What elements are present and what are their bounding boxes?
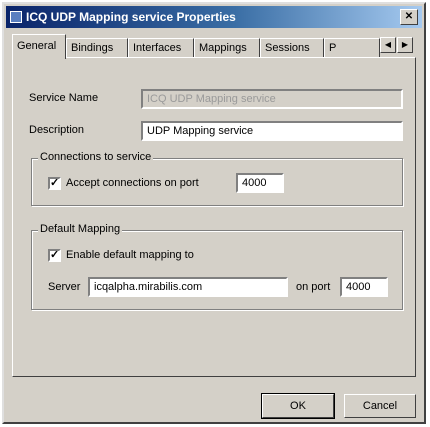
default-mapping-group-title: Default Mapping (38, 223, 123, 235)
enable-default-mapping-label: Enable default mapping to (66, 249, 194, 261)
title-bar[interactable]: ICQ UDP Mapping service Properties ✕ (6, 6, 422, 28)
enable-default-mapping-checkbox[interactable]: ✓ (48, 249, 61, 262)
service-name-field: ICQ UDP Mapping service (141, 89, 403, 109)
description-label: Description (29, 124, 85, 136)
default-mapping-group: Default Mapping ✓ Enable default mapping… (31, 223, 403, 310)
mapping-port-field[interactable]: 4000 (340, 277, 388, 297)
on-port-label: on port (296, 281, 331, 293)
connections-group: Connections to service ✓ Accept connecti… (31, 151, 403, 206)
window-title: ICQ UDP Mapping service Properties (26, 10, 236, 24)
server-field[interactable]: icqalpha.mirabilis.com (88, 277, 288, 297)
server-label: Server (48, 281, 81, 293)
tab-bindings[interactable]: Bindings (66, 38, 128, 58)
connections-group-title: Connections to service (38, 151, 154, 163)
tab-p[interactable]: P (324, 38, 380, 58)
tab-interfaces[interactable]: Interfaces (128, 38, 194, 58)
close-button[interactable]: ✕ (400, 9, 418, 25)
accept-port-field[interactable]: 4000 (236, 173, 284, 193)
ok-button[interactable]: OK (261, 393, 335, 419)
description-field[interactable]: UDP Mapping service (141, 121, 403, 141)
properties-dialog: ICQ UDP Mapping service Properties ✕ Gen… (2, 2, 426, 424)
tab-scroll-right-button[interactable]: ▶ (397, 37, 413, 53)
tab-strip: General Bindings Interfaces Mappings Ses… (12, 34, 416, 59)
tab-mappings[interactable]: Mappings (194, 38, 260, 58)
service-name-label: Service Name (29, 92, 99, 104)
general-tab-panel: Service Name ICQ UDP Mapping service Des… (12, 57, 416, 377)
app-icon (10, 11, 22, 23)
tab-scroll-left-button[interactable]: ◀ (380, 37, 396, 53)
tab-general[interactable]: General (12, 34, 66, 59)
cancel-button[interactable]: Cancel (344, 394, 416, 418)
accept-connections-label: Accept connections on port (66, 177, 199, 189)
accept-connections-checkbox[interactable]: ✓ (48, 177, 61, 190)
tab-sessions[interactable]: Sessions (260, 38, 324, 58)
